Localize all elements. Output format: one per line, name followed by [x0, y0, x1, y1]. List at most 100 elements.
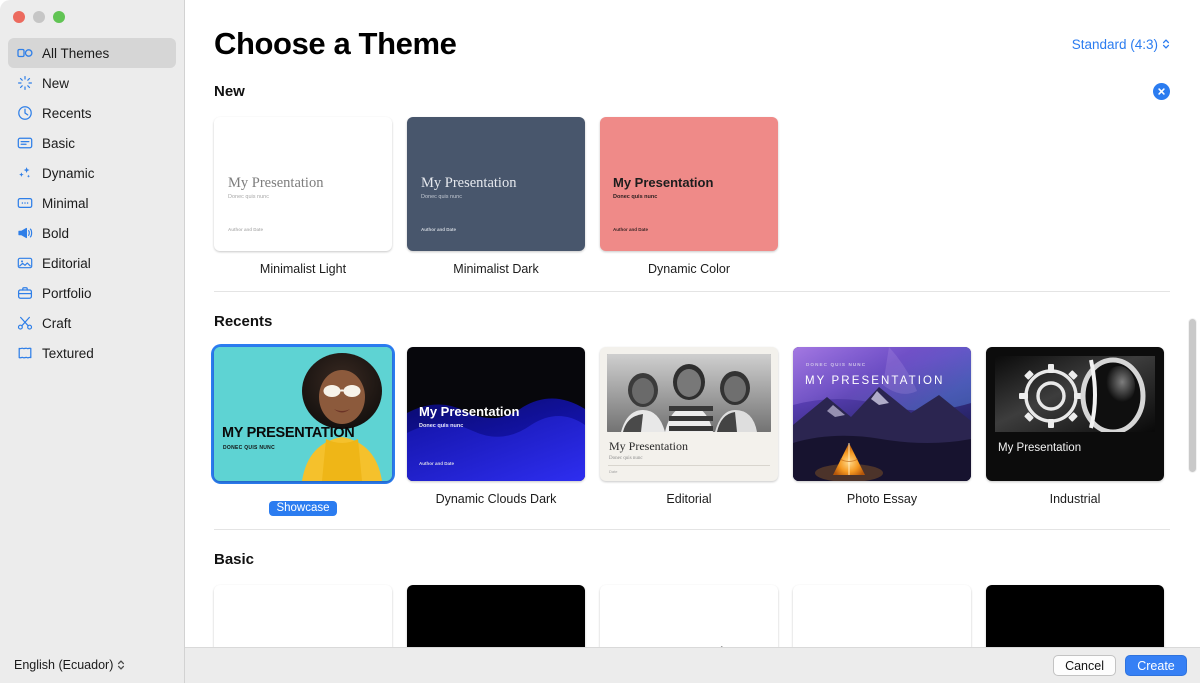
slide-subtitle: DONEC QUIS NUNC	[223, 445, 275, 451]
all-themes-icon	[16, 45, 33, 62]
slide-icon	[16, 135, 33, 152]
sidebar-item-label: Recents	[42, 106, 92, 121]
theme-card-basic-white-centered[interactable]: My Presentation Donec quis nunc	[793, 585, 971, 647]
sidebar-item-label: New	[42, 76, 69, 91]
theme-chooser-main: Choose a Theme Standard (4:3) New	[185, 0, 1200, 683]
theme-thumbnail: My Presentation Donec quis nunc Date	[600, 347, 778, 481]
sidebar-item-craft[interactable]: Craft	[8, 308, 176, 338]
sidebar-item-basic[interactable]: Basic	[8, 128, 176, 158]
theme-thumbnail: My Presentation Donec quis nunc	[600, 585, 778, 647]
theme-card-basic-white[interactable]: My Presentation Donec quis nunc	[214, 585, 392, 647]
theme-card-dynamic-color[interactable]: My Presentation Donec quis nunc Author a…	[600, 117, 778, 278]
thumbnail-wrapper: MY PRESENTATION DONEC QUIS NUNC	[214, 347, 392, 481]
theme-card-editorial[interactable]: My Presentation Donec quis nunc Date Edi…	[600, 347, 778, 516]
dialog-footer: Cancel Create	[185, 647, 1200, 683]
sidebar-item-label: Craft	[42, 316, 71, 331]
thumbnail-wrapper: My Presentation Donec quis nunc	[214, 585, 392, 647]
scissors-icon	[16, 315, 33, 332]
slide-date: Date	[609, 469, 617, 474]
slide-title: MY PRESENTATION	[805, 375, 945, 387]
slide-subtitle: Donec quis nunc	[613, 194, 657, 200]
sidebar-item-all-themes[interactable]: All Themes	[8, 38, 176, 68]
theme-thumbnail: My Presentation Donec quis nunc	[214, 585, 392, 647]
theme-name: Dynamic Color	[648, 262, 730, 276]
theme-card-basic-black-centered[interactable]: My Presentation Donec quis nunc	[986, 585, 1164, 647]
theme-thumbnail: My Presentation Donec quis nunc Author a…	[600, 117, 778, 251]
slide-title: My Presentation	[228, 175, 323, 192]
thumbnail-wrapper: My Presentation Donec quis nunc Author a…	[214, 117, 392, 251]
sidebar-item-dynamic[interactable]: Dynamic	[8, 158, 176, 188]
theme-card-basic-black[interactable]: My Presentation Donec quis nunc	[407, 585, 585, 647]
sidebar-item-recents[interactable]: Recents	[8, 98, 176, 128]
aspect-ratio-picker[interactable]: Standard (4:3)	[1072, 37, 1170, 52]
language-picker[interactable]: English (Ecuador)	[14, 658, 125, 672]
slide-author: Author and Date	[419, 461, 454, 466]
sidebar-item-textured[interactable]: Textured	[8, 338, 176, 368]
slide-subtitle: Donec quis nunc	[421, 194, 462, 200]
sidebar-item-minimal[interactable]: Minimal	[8, 188, 176, 218]
aspect-ratio-label: Standard (4:3)	[1072, 37, 1158, 52]
theme-name: Editorial	[666, 492, 711, 506]
close-section-icon[interactable]	[1153, 83, 1170, 100]
minimize-window-button[interactable]	[33, 11, 45, 23]
section-title: New	[214, 83, 245, 100]
slide-title: My Presentation	[998, 442, 1081, 454]
theme-card-basic-serif[interactable]: My Presentation Donec quis nunc	[600, 585, 778, 647]
close-window-button[interactable]	[13, 11, 25, 23]
showcase-portrait-image	[286, 347, 392, 481]
sidebar-item-bold[interactable]: Bold	[8, 218, 176, 248]
maximize-window-button[interactable]	[53, 11, 65, 23]
theme-card-minimalist-light[interactable]: My Presentation Donec quis nunc Author a…	[214, 117, 392, 278]
chevron-up-down-icon	[117, 659, 125, 671]
theme-category-list: All Themes New	[0, 34, 184, 368]
sidebar-item-label: Editorial	[42, 256, 91, 271]
theme-card-industrial[interactable]: My Presentation Industrial	[986, 347, 1164, 516]
section-divider	[214, 291, 1170, 292]
theme-thumbnail: My Presentation Donec quis nunc	[986, 585, 1164, 647]
section-header: Recents	[214, 304, 1170, 338]
texture-icon	[16, 345, 33, 362]
choose-theme-window: All Themes New	[0, 0, 1200, 683]
sidebar-item-label: Textured	[42, 346, 94, 361]
photo-text-icon	[16, 255, 33, 272]
theme-thumbnail: My Presentation Donec quis nunc Author a…	[407, 347, 585, 481]
section-header: New	[214, 74, 1170, 108]
theme-name: Dynamic Clouds Dark	[436, 492, 557, 506]
slide-subtitle: Donec quis nunc	[419, 423, 463, 429]
section-header: Basic	[214, 542, 1170, 576]
theme-card-dynamic-clouds-dark[interactable]: My Presentation Donec quis nunc Author a…	[407, 347, 585, 516]
slide-subtitle: Donec quis nunc	[609, 456, 643, 461]
slide-title: MY PRESENTATION	[222, 425, 354, 441]
editorial-photo-image	[607, 354, 771, 432]
sidebar-item-label: Bold	[42, 226, 69, 241]
theme-thumbnail: My Presentation	[986, 347, 1164, 481]
theme-thumbnail: My Presentation Donec quis nunc Author a…	[214, 117, 392, 251]
sparkles-icon	[16, 165, 33, 182]
sidebar-item-editorial[interactable]: Editorial	[8, 248, 176, 278]
cancel-button[interactable]: Cancel	[1053, 655, 1116, 676]
section-divider	[214, 529, 1170, 530]
slide-author: Author and Date	[613, 227, 648, 232]
slide-author: Author and Date	[228, 227, 263, 232]
chevron-up-down-icon	[1162, 38, 1170, 50]
thumbnail-wrapper: My Presentation	[986, 347, 1164, 481]
theme-card-minimalist-dark[interactable]: My Presentation Donec quis nunc Author a…	[407, 117, 585, 278]
sidebar-item-portfolio[interactable]: Portfolio	[8, 278, 176, 308]
theme-card-showcase[interactable]: MY PRESENTATION DONEC QUIS NUNC Showcase	[214, 347, 392, 516]
vertical-scrollbar[interactable]	[1188, 318, 1197, 473]
thumbnail-wrapper: My Presentation Donec quis nunc Author a…	[600, 117, 778, 251]
theme-thumbnail: My Presentation Donec quis nunc	[793, 585, 971, 647]
sidebar-item-label: Minimal	[42, 196, 89, 211]
sidebar-item-label: Portfolio	[42, 286, 92, 301]
section-title: Recents	[214, 313, 272, 330]
theme-grid-new: My Presentation Donec quis nunc Author a…	[214, 117, 1170, 278]
create-button[interactable]: Create	[1125, 655, 1187, 676]
section-recents: Recents	[185, 304, 1200, 516]
sidebar: All Themes New	[0, 0, 185, 683]
sidebar-item-new[interactable]: New	[8, 68, 176, 98]
slide-title: My Presentation	[421, 175, 516, 192]
slide-subtitle: DONEC QUIS NUNC	[806, 362, 866, 367]
theme-card-photo-essay[interactable]: DONEC QUIS NUNC MY PRESENTATION Photo Es…	[793, 347, 971, 516]
clock-icon	[16, 105, 33, 122]
theme-scroll-area[interactable]: Choose a Theme Standard (4:3) New	[185, 0, 1200, 647]
